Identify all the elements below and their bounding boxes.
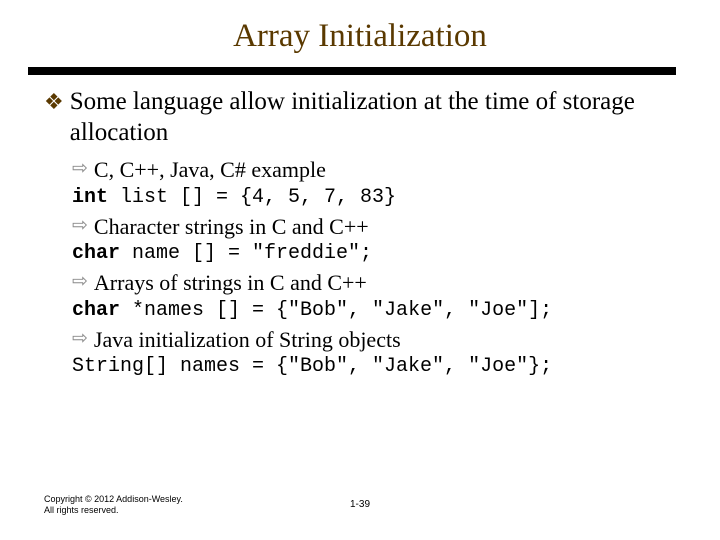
subbullet: ⇨ Java initialization of String objects bbox=[72, 326, 672, 354]
slide-title: Array Initialization bbox=[0, 0, 720, 67]
subbullet: ⇨ C, C++, Java, C# example bbox=[72, 156, 672, 184]
bullet-main-text: Some language allow initialization at th… bbox=[70, 87, 672, 148]
code-keyword: char bbox=[72, 242, 120, 265]
code-line: String[] names = {"Bob", "Jake", "Joe"}; bbox=[72, 355, 672, 378]
subbullet-text: Arrays of strings in C and C++ bbox=[94, 269, 367, 297]
code-rest: list [] = {4, 5, 7, 83} bbox=[108, 186, 396, 209]
subbullet-text: Java initialization of String objects bbox=[94, 326, 401, 354]
arrow-bullet-icon: ⇨ bbox=[72, 213, 94, 241]
slide: Array Initialization ❖ Some language all… bbox=[0, 0, 720, 540]
arrow-bullet-icon: ⇨ bbox=[72, 156, 94, 184]
diamond-bullet-icon: ❖ bbox=[44, 87, 70, 148]
title-rule-thin bbox=[28, 73, 676, 75]
content-area: ❖ Some language allow initialization at … bbox=[0, 73, 720, 378]
bullet-main: ❖ Some language allow initialization at … bbox=[44, 87, 672, 148]
subbullet-text: Character strings in C and C++ bbox=[94, 213, 369, 241]
arrow-bullet-icon: ⇨ bbox=[72, 326, 94, 354]
code-rest: name [] = "freddie"; bbox=[120, 242, 372, 265]
code-keyword: int bbox=[72, 186, 108, 209]
code-line: char name [] = "freddie"; bbox=[72, 242, 672, 265]
code-rest: *names [] = {"Bob", "Jake", "Joe"]; bbox=[120, 299, 552, 322]
code-keyword: char bbox=[72, 299, 120, 322]
arrow-bullet-icon: ⇨ bbox=[72, 269, 94, 297]
code-rest: String[] names = {"Bob", "Jake", "Joe"}; bbox=[72, 355, 552, 378]
page-number: 1-39 bbox=[0, 499, 720, 510]
code-line: int list [] = {4, 5, 7, 83} bbox=[72, 186, 672, 209]
title-rule bbox=[28, 67, 676, 73]
subbullet: ⇨ Arrays of strings in C and C++ bbox=[72, 269, 672, 297]
subbullet-text: C, C++, Java, C# example bbox=[94, 156, 326, 184]
subbullet: ⇨ Character strings in C and C++ bbox=[72, 213, 672, 241]
code-line: char *names [] = {"Bob", "Jake", "Joe"]; bbox=[72, 299, 672, 322]
